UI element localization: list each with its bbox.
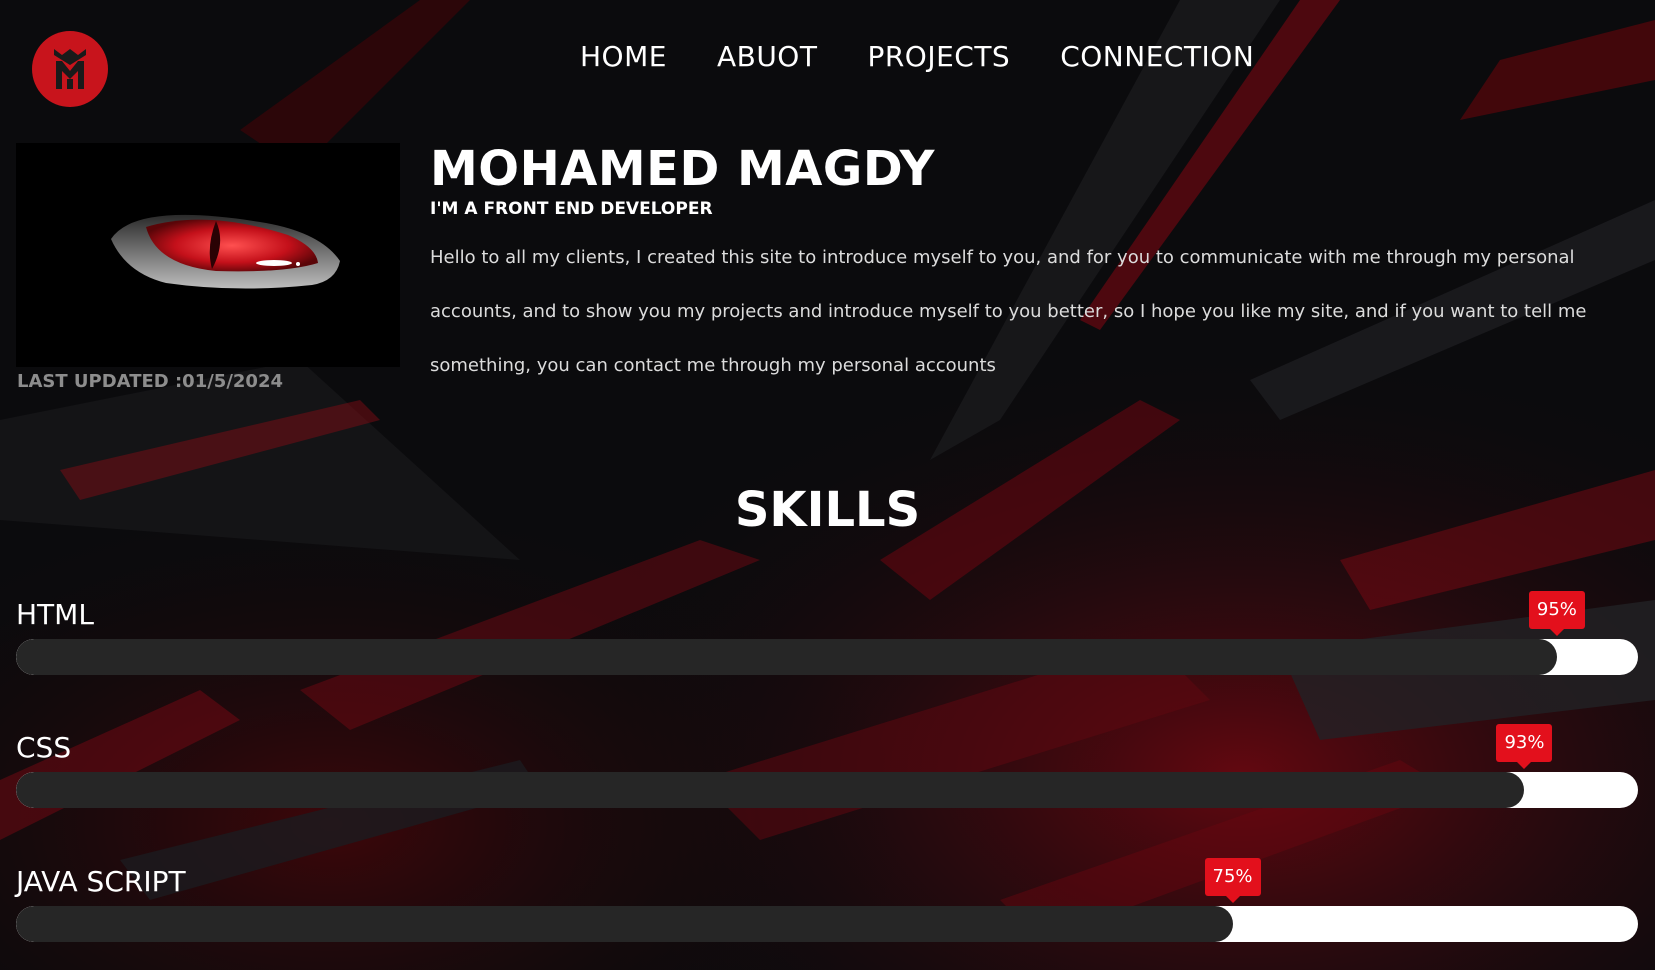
page: HOME ABUOT PROJECTS CONNECTION LAST UPDA… <box>0 0 1655 970</box>
profile-role: I'M A FRONT END DEVELOPER <box>430 199 713 219</box>
skill-percent-badge: 95% <box>1528 591 1585 629</box>
logo[interactable] <box>32 31 108 107</box>
skill-javascript: JAVA SCRIPT 75% <box>16 858 1638 964</box>
skill-progress-bar <box>16 772 1638 808</box>
skill-html: HTML 95% <box>16 591 1638 697</box>
skill-name: CSS <box>16 731 72 764</box>
profile-image <box>16 143 400 367</box>
profile-bio: Hello to all my clients, I created this … <box>430 247 1587 376</box>
skill-progress-fill <box>16 639 1557 675</box>
skill-progress-fill <box>16 772 1525 808</box>
skill-css: CSS 93% <box>16 724 1638 830</box>
skill-progress-bar <box>16 906 1638 942</box>
skill-percent-badge: 93% <box>1496 724 1553 762</box>
skill-progress-fill <box>16 906 1233 942</box>
main-nav: HOME ABUOT PROJECTS CONNECTION <box>580 40 1254 73</box>
nav-about-link[interactable]: ABUOT <box>717 40 818 73</box>
mm-monogram-icon <box>54 49 86 89</box>
nav-home-link[interactable]: HOME <box>580 40 667 73</box>
nav-connection-link[interactable]: CONNECTION <box>1060 40 1254 73</box>
red-eye-image <box>111 214 340 289</box>
skills-heading: SKILLS <box>734 482 921 538</box>
last-updated-text: LAST UPDATED :01/5/2024 <box>17 371 283 392</box>
skill-progress-bar <box>16 639 1638 675</box>
profile-name: MOHAMED MAGDY <box>430 141 935 197</box>
nav-projects-link[interactable]: PROJECTS <box>867 40 1010 73</box>
skill-percent-badge: 75% <box>1204 858 1261 896</box>
skill-name: HTML <box>16 598 94 631</box>
skill-name: JAVA SCRIPT <box>16 865 186 898</box>
